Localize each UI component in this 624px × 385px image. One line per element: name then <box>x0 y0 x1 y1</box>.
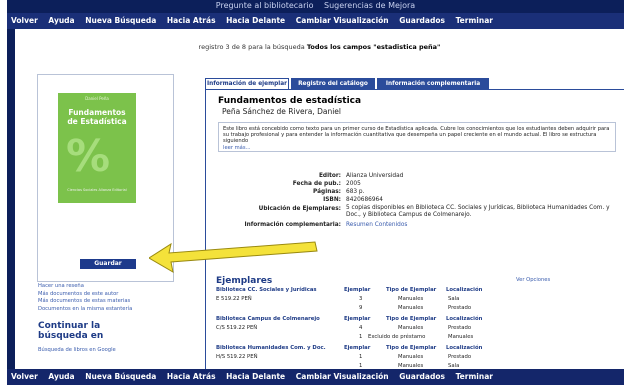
catalog-window: Pregunte al bibliotecario Sugerencias de… <box>7 0 624 385</box>
nav-ayuda[interactable]: Ayuda <box>48 372 74 381</box>
nav-volver[interactable]: Volver <box>11 16 38 25</box>
detail-value: Alianza Universidad <box>346 173 404 179</box>
record-position: registro 3 de 8 para la búsqueda Todos l… <box>15 43 624 51</box>
cover-publisher: Ciencias Sociales Alianza Editorial <box>67 188 127 192</box>
detail-label: Ubicación de Ejemplares: <box>258 206 341 212</box>
copy-type: Excluido de préstamo <box>368 334 426 340</box>
copy-type: Manuales <box>398 354 424 360</box>
record-page: registro 3 de 8 para la búsqueda Todos l… <box>15 29 624 371</box>
yellow-arrow-annotation <box>149 241 318 273</box>
copy-count: 3 <box>359 296 363 302</box>
nav-hacia-delante[interactable]: Hacia Delante <box>226 16 285 25</box>
col-localizacion: Localización <box>446 316 483 322</box>
book-title: Fundamentos de estadística <box>218 96 362 106</box>
nav-hacia-atras[interactable]: Hacia Atrás <box>167 372 216 381</box>
nav-cambiar-visualizacion[interactable]: Cambiar Visualización <box>296 16 389 25</box>
nav-hacia-delante[interactable]: Hacia Delante <box>226 372 285 381</box>
call-number: E 519.22 PEÑ <box>216 296 252 302</box>
record-query: Todos los campos "estadistica peña" <box>306 43 441 51</box>
cover-title-line1: Fundamentos <box>68 108 126 117</box>
call-number: H/S 519.22 PEÑ <box>216 354 258 360</box>
nav-nueva-busqueda[interactable]: Nueva Búsqueda <box>85 372 156 381</box>
cover-title: Fundamentos de Estadística <box>58 108 136 126</box>
col-tipo: Tipo de Ejemplar <box>386 287 437 293</box>
library-name[interactable]: Biblioteca CC. Sociales y Jurídicas <box>216 286 317 294</box>
top-nav-bar: Volver Ayuda Nueva Búsqueda Hacia Atrás … <box>7 13 624 29</box>
copy-count: 1 <box>359 334 363 340</box>
col-ejemplar: Ejemplar <box>344 316 371 322</box>
detail-label: ISBN: <box>323 197 341 203</box>
col-tipo: Tipo de Ejemplar <box>386 316 437 322</box>
continue-search-heading: Continuar la búsqueda en <box>38 321 188 341</box>
nav-ayuda[interactable]: Ayuda <box>48 16 74 25</box>
more-by-subject-link[interactable]: Más documentos de estas materias <box>38 298 188 306</box>
top-links: Pregunte al bibliotecario Sugerencias de… <box>7 0 624 12</box>
continue-line2: búsqueda en <box>38 331 104 341</box>
detail-label: Información complementaria: <box>244 222 341 228</box>
suggestions-link[interactable]: Sugerencias de Mejora <box>324 1 415 10</box>
side-links: Hacer una reseña Más documentos de este … <box>38 283 188 313</box>
bottom-nav-bar: Volver Ayuda Nueva Búsqueda Hacia Atrás … <box>7 369 624 385</box>
cover-title-line2: de Estadística <box>67 117 127 126</box>
col-ejemplar: Ejemplar <box>344 345 371 351</box>
ejemplares-heading: Ejemplares <box>216 276 273 286</box>
detail-value: 5 copias disponibles en Biblioteca CC. S… <box>346 205 610 218</box>
book-author[interactable]: Peña Sánchez de Rivera, Daniel <box>222 107 341 116</box>
copy-type: Manuales <box>398 296 424 302</box>
google-books-link[interactable]: Búsqueda de libros en Google <box>38 347 116 353</box>
copy-location: Prestado <box>448 305 472 311</box>
detail-value: 8420686964 <box>346 197 383 203</box>
record-content: Fundamentos de estadística Peña Sánchez … <box>205 89 624 371</box>
nav-cambiar-visualizacion[interactable]: Cambiar Visualización <box>296 372 389 381</box>
copy-count: 1 <box>359 354 363 360</box>
library-name[interactable]: Biblioteca Humanidades Com. y Doc. <box>216 344 326 352</box>
detail-value: Resumen Contenidos <box>346 221 407 229</box>
col-ejemplar: Ejemplar <box>344 287 371 293</box>
copy-count: 4 <box>359 325 363 331</box>
same-shelf-link[interactable]: Documentos en la misma estantería <box>38 306 188 314</box>
resumen-contenidos-link[interactable]: Resumen Contenidos <box>346 222 407 228</box>
read-more-link[interactable]: leer más... <box>223 145 251 151</box>
detail-label: Editor: <box>318 173 341 179</box>
copy-location: Sala <box>448 296 460 302</box>
record-prefix: registro 3 de 8 para la búsqueda <box>198 43 305 51</box>
review-link[interactable]: Hacer una reseña <box>38 283 188 291</box>
col-tipo: Tipo de Ejemplar <box>386 345 437 351</box>
library-name[interactable]: Biblioteca Campus de Colmenarejo <box>216 315 320 323</box>
ask-librarian-link[interactable]: Pregunte al bibliotecario <box>216 1 314 10</box>
nav-hacia-atras[interactable]: Hacia Atrás <box>167 16 216 25</box>
nav-nueva-busqueda[interactable]: Nueva Búsqueda <box>85 16 156 25</box>
detail-value: 2005 <box>346 181 361 187</box>
view-options-link[interactable]: Ver Opciones <box>516 277 550 283</box>
detail-value: 683 p. <box>346 189 365 195</box>
detail-label: Páginas: <box>313 189 341 195</box>
book-summary: Este libro está concebido como texto par… <box>218 122 616 152</box>
copy-location: Prestado <box>448 354 472 360</box>
nav-terminar[interactable]: Terminar <box>456 372 493 381</box>
copy-type: Manuales <box>398 325 424 331</box>
copy-type: Manuales <box>398 305 424 311</box>
nav-guardados[interactable]: Guardados <box>399 16 445 25</box>
more-by-author-link[interactable]: Más documentos de este autor <box>38 291 188 299</box>
copy-count: 9 <box>359 305 363 311</box>
col-localizacion: Localización <box>446 287 483 293</box>
copy-location: Manuales <box>448 334 474 340</box>
nav-terminar[interactable]: Terminar <box>456 16 493 25</box>
nav-guardados[interactable]: Guardados <box>399 372 445 381</box>
call-number: C/S 519.22 PEÑ <box>216 325 258 331</box>
detail-label: Fecha de pub.: <box>292 181 341 187</box>
book-cover[interactable]: Daniel Peña Fundamentos de Estadística %… <box>58 93 136 203</box>
copy-location: Prestado <box>448 325 472 331</box>
summary-text: Este libro está concebido como texto par… <box>223 126 610 145</box>
continue-line1: Continuar la <box>38 321 101 331</box>
col-localizacion: Localización <box>446 345 483 351</box>
nav-volver[interactable]: Volver <box>11 372 38 381</box>
save-button[interactable]: Guardar <box>80 259 136 269</box>
cover-percent-graphic: % <box>66 131 111 182</box>
cover-author: Daniel Peña <box>85 96 109 101</box>
